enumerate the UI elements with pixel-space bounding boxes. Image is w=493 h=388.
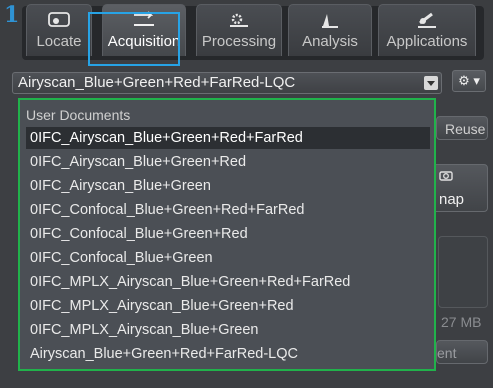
gear-icon: ⚙ ▾ (458, 73, 480, 88)
reuse-label: Reuse (445, 121, 486, 137)
experiment-options-button[interactable]: ⚙ ▾ (452, 70, 486, 92)
dropdown-item[interactable]: 0IFC_Confocal_Blue+Green (26, 247, 430, 269)
storage-size-text: 27 MB (441, 314, 482, 330)
tab-label: Analysis (302, 33, 358, 50)
reuse-button[interactable]: Reuse (436, 116, 488, 140)
tab-processing[interactable]: Processing (196, 4, 282, 56)
chevron-down-icon[interactable] (424, 76, 438, 90)
experiment-button-label: ent (437, 345, 457, 361)
dropdown-item[interactable]: 0IFC_Airyscan_Blue+Green+Red (26, 151, 430, 173)
tab-label: Processing (201, 33, 277, 50)
snap-button[interactable]: nap (432, 164, 488, 212)
dropdown-item[interactable]: Airyscan_Blue+Green+Red+FarRed-LQC (26, 343, 430, 365)
analysis-icon (322, 14, 338, 28)
experiment-dropdown-list: User Documents 0IFC_Airyscan_Blue+Green+… (18, 98, 436, 371)
tab-applications[interactable]: Applications (378, 4, 476, 56)
dropdown-item[interactable]: 0IFC_Airyscan_Blue+Green (26, 175, 430, 197)
step-marker: 1 (4, 2, 20, 28)
camera-icon (439, 171, 453, 181)
dropdown-group-header: User Documents (26, 107, 131, 123)
snap-label: nap (439, 191, 465, 208)
acquisition-tab-highlight (88, 12, 180, 66)
experiment-button[interactable]: ent (436, 340, 488, 364)
dropdown-item[interactable]: 0IFC_MPLX_Airyscan_Blue+Green+Red+FarRed (26, 271, 430, 293)
tab-analysis[interactable]: Analysis (288, 4, 372, 56)
experiment-selected-value: Airyscan_Blue+Green+Red+FarRed-LQC (18, 74, 296, 91)
dropdown-item[interactable]: 0IFC_Confocal_Blue+Green+Red (26, 223, 430, 245)
tab-label: Locate (36, 33, 82, 50)
tab-locate[interactable]: Locate (26, 4, 92, 56)
dropdown-item[interactable]: 0IFC_Airyscan_Blue+Green+Red+FarRed (26, 127, 430, 149)
dropdown-item[interactable]: 0IFC_MPLX_Airyscan_Blue+Green (26, 319, 430, 341)
dropdown-item[interactable]: 0IFC_Confocal_Blue+Green+Red+FarRed (26, 199, 430, 221)
processing-icon (230, 13, 248, 27)
dropdown-item[interactable]: 0IFC_MPLX_Airyscan_Blue+Green+Red (26, 295, 430, 317)
locate-icon (48, 12, 70, 27)
applications-icon (418, 12, 436, 28)
tab-label: Applications (386, 33, 468, 50)
storage-info-panel: 27 MB (438, 236, 488, 330)
experiment-selector[interactable]: Airyscan_Blue+Green+Red+FarRed-LQC (12, 72, 442, 94)
